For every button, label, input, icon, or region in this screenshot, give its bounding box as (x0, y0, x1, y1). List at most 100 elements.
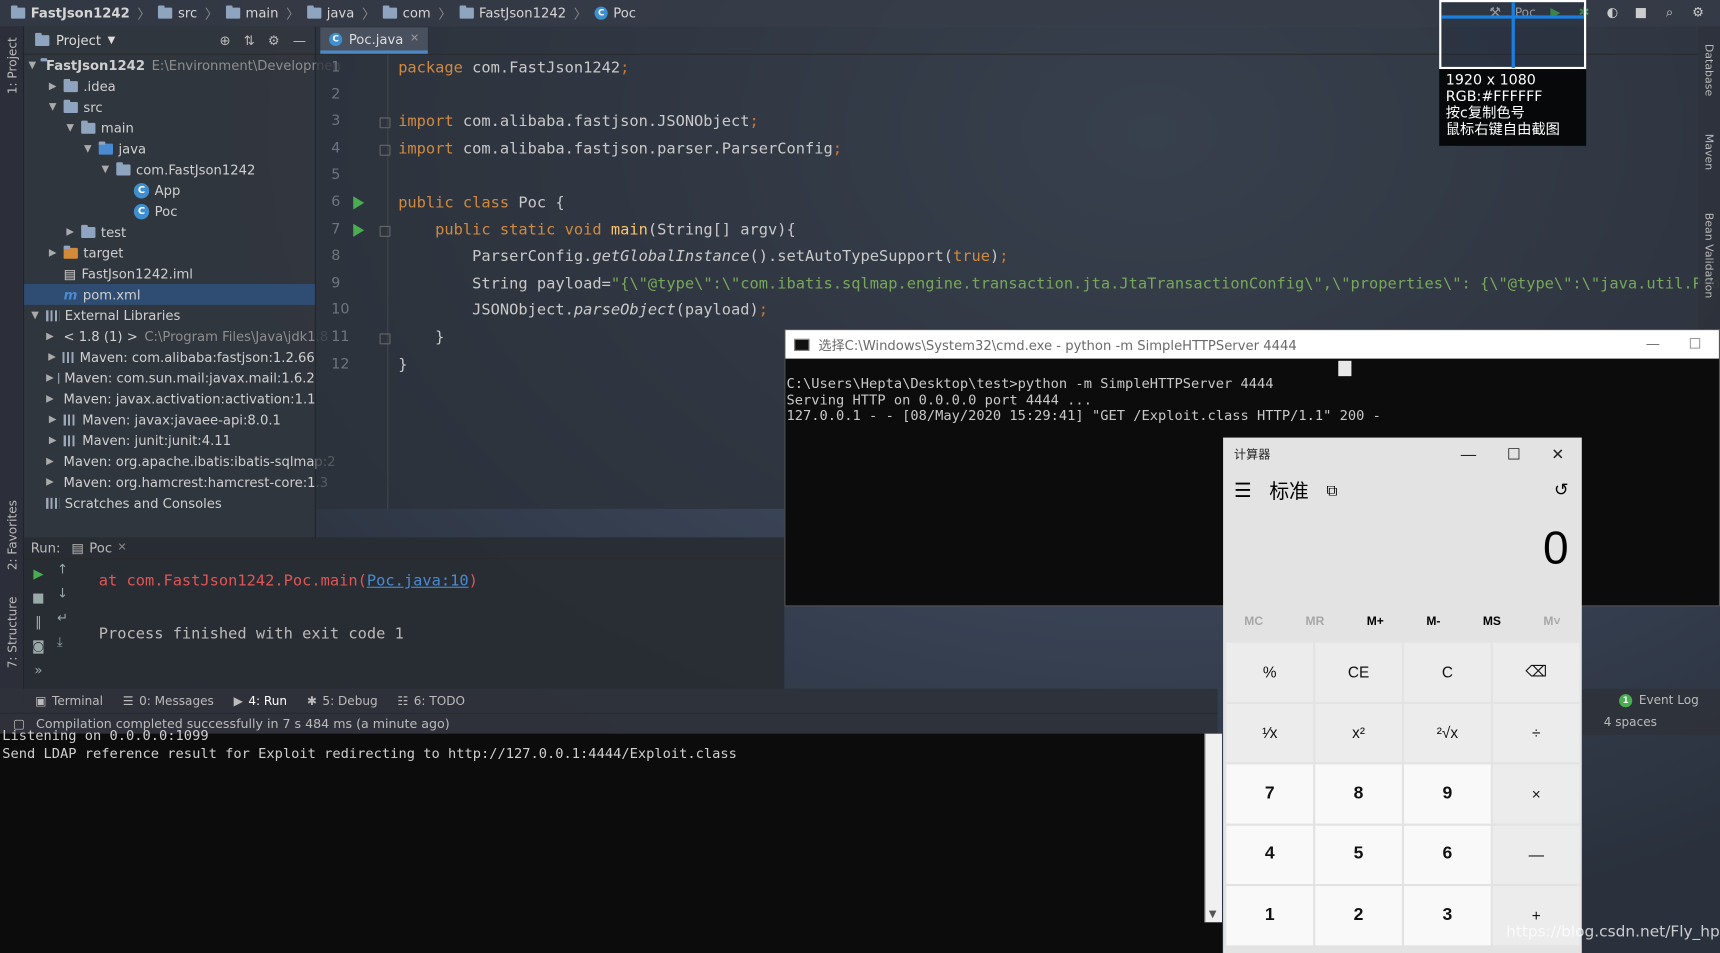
search-icon[interactable]: ⌕ (1661, 3, 1679, 21)
expand-arrow-icon[interactable]: ▶ (46, 435, 59, 446)
bean-validation-tool-tab[interactable]: Bean Validation (1702, 213, 1714, 299)
keep-on-top-icon[interactable]: ⧉ (1326, 481, 1337, 500)
tree-item[interactable]: Scratches and Consoles (24, 492, 315, 513)
operator-button[interactable]: — (1492, 825, 1580, 884)
expand-arrow-icon[interactable]: ▶ (46, 393, 54, 404)
breadcrumb-item[interactable]: C Poc (594, 5, 636, 21)
tree-item[interactable]: ▶ Maven: javax.activation:activation:1.1 (24, 388, 315, 409)
expand-arrow-icon[interactable]: ▶ (46, 331, 54, 342)
tree-item[interactable]: ▼ com.FastJson1242 (24, 159, 315, 180)
structure-tool-tab[interactable]: 7: Structure (5, 597, 19, 669)
breadcrumb-item[interactable]: com (382, 5, 431, 21)
tree-item[interactable]: ▶ Maven: com.sun.mail:javax.mail:1.6.2 (24, 367, 315, 388)
camera-icon[interactable]: ◙ (32, 638, 45, 653)
favorites-tool-tab[interactable]: 2: Favorites (5, 500, 19, 570)
event-log-button[interactable]: 1 Event Log (1619, 693, 1699, 707)
digit-button[interactable]: 7 (1226, 764, 1314, 824)
memory-button[interactable]: M+ (1367, 615, 1384, 628)
pause-icon[interactable]: ‖ (35, 614, 42, 629)
tool-tab-debug[interactable]: ✱ 5: Debug (307, 694, 378, 708)
breadcrumb-item[interactable]: java (306, 5, 354, 21)
tab-poc-java[interactable]: C Poc.java ✕ (320, 27, 428, 54)
close-icon[interactable]: ✕ (410, 33, 419, 45)
memory-button[interactable]: MR (1306, 615, 1325, 628)
digit-button[interactable]: 1 (1226, 886, 1314, 945)
maximize-icon[interactable]: ☐ (1507, 445, 1521, 464)
up-arrow-icon[interactable]: ↑ (57, 561, 68, 576)
pin-icon[interactable]: » (34, 662, 42, 677)
minimize-icon[interactable]: — (1646, 336, 1660, 352)
project-view-select[interactable]: Project (56, 32, 101, 47)
tree-item[interactable]: ▶ Maven: junit:junit:4.11 (24, 430, 315, 451)
tree-item[interactable]: ▶ Maven: javax:javaee-api:8.0.1 (24, 409, 315, 430)
stop-icon[interactable]: ■ (32, 590, 44, 605)
breadcrumb-item[interactable]: src (158, 5, 197, 21)
memory-button[interactable]: M- (1426, 615, 1440, 628)
calculator-title-bar[interactable]: 计算器 — ☐ ✕ (1223, 438, 1582, 471)
cmd-title-bar[interactable]: 选择C:\Windows\System32\cmd.exe - python -… (785, 330, 1719, 359)
tree-item[interactable]: ▶ test (24, 222, 315, 243)
tree-item[interactable]: ▼ FastJson1242 E:\Environment\Developmen (24, 55, 341, 76)
tool-tab-run[interactable]: ▶ 4: Run (234, 694, 287, 708)
expand-arrow-icon[interactable]: ▼ (46, 101, 59, 112)
database-tool-tab[interactable]: Database (1702, 44, 1714, 96)
menu-icon[interactable]: ☰ (1234, 479, 1252, 502)
scroll-to-end-icon[interactable]: ⤓ (57, 634, 68, 650)
tree-item[interactable]: ▶ Maven: org.hamcrest:hamcrest-core:1.3 (24, 472, 328, 493)
minimize-icon[interactable]: — (1461, 445, 1476, 464)
digit-button[interactable]: 9 (1404, 764, 1491, 824)
tool-tab-messages[interactable]: ☰ 0: Messages (123, 694, 214, 708)
operator-button[interactable]: % (1226, 642, 1314, 702)
stop-icon[interactable]: ■ (1632, 3, 1650, 21)
run-gutter-icon[interactable] (353, 223, 365, 237)
breadcrumb-item[interactable]: main (225, 5, 278, 21)
tree-item[interactable]: ▼ External Libraries (24, 305, 315, 326)
tree-item[interactable]: ▶ < 1.8 (1) > C:\Program Files\Java\jdk1.8 (24, 326, 328, 347)
tree-item[interactable]: ▶ .idea (24, 76, 315, 97)
expand-arrow-icon[interactable]: ▶ (46, 456, 54, 467)
operator-button[interactable]: ⌫ (1492, 642, 1580, 702)
digit-button[interactable]: 5 (1315, 825, 1402, 884)
stacktrace-link[interactable]: Poc.java:10 (367, 572, 469, 590)
fold-icon[interactable] (379, 225, 391, 237)
tool-tab-todo[interactable]: ☷ 6: TODO (397, 694, 465, 708)
collapse-all-icon[interactable]: ⇅ (244, 32, 255, 47)
screenshot-selection[interactable] (1439, 0, 1587, 70)
coverage-icon[interactable]: ◐ (1604, 3, 1622, 21)
run-gutter-icon[interactable] (353, 196, 365, 210)
operator-button[interactable]: ²√x (1404, 703, 1491, 763)
fold-icon[interactable] (379, 117, 391, 129)
soft-wrap-icon[interactable]: ↵ (57, 610, 68, 625)
memory-button[interactable]: MS (1483, 615, 1501, 628)
tree-item[interactable]: ▼ java (24, 138, 315, 159)
tree-item[interactable]: C Poc (24, 201, 315, 222)
locate-icon[interactable]: ⊕ (220, 32, 231, 47)
memory-button[interactable]: MC (1244, 615, 1263, 628)
gear-icon[interactable]: ⚙ (268, 32, 280, 47)
expand-arrow-icon[interactable]: ▶ (46, 372, 54, 383)
tree-item[interactable]: ▶ Maven: com.alibaba:fastjson:1.2.66 (24, 347, 315, 368)
memory-button[interactable]: M˅ (1543, 615, 1560, 628)
hide-icon[interactable]: — (293, 32, 306, 47)
maven-tool-tab[interactable]: Maven (1702, 134, 1714, 170)
console-scrollbar[interactable]: ▼ (1204, 733, 1222, 923)
tree-item[interactable]: ▼ src (24, 97, 315, 118)
operator-button[interactable]: CE (1315, 642, 1402, 702)
digit-button[interactable]: 8 (1315, 764, 1402, 824)
expand-arrow-icon[interactable]: ▶ (64, 226, 77, 237)
operator-button[interactable]: C (1404, 642, 1491, 702)
expand-arrow-icon[interactable]: ▼ (81, 143, 94, 154)
tree-item[interactable]: ▼ main (24, 117, 315, 138)
operator-button[interactable]: ÷ (1492, 703, 1580, 763)
maximize-icon[interactable]: ☐ (1689, 336, 1702, 352)
indent-selector[interactable]: 4 spaces (1604, 715, 1657, 729)
dropdown-icon[interactable]: ▼ (108, 35, 116, 46)
operator-button[interactable]: ¹⁄x (1226, 703, 1314, 763)
digit-button[interactable]: 6 (1404, 825, 1491, 884)
tree-item[interactable]: ▶ Maven: org.apache.ibatis:ibatis-sqlmap:… (24, 451, 335, 472)
expand-arrow-icon[interactable]: ▶ (46, 414, 59, 425)
tree-item[interactable]: C App (24, 180, 315, 201)
expand-arrow-icon[interactable]: ▶ (46, 476, 54, 487)
settings-icon[interactable]: ⚙ (1689, 3, 1707, 21)
tool-tab-terminal[interactable]: ▣ Terminal (35, 694, 103, 708)
